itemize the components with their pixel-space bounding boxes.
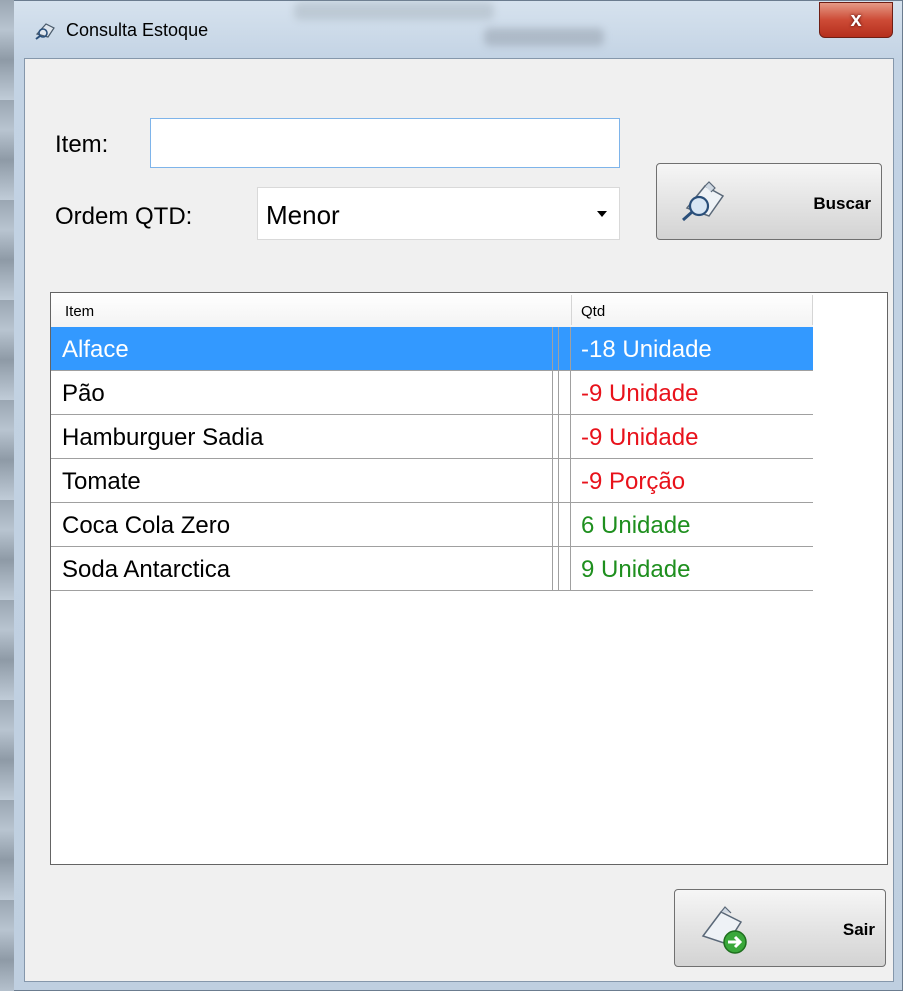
- table-row[interactable]: Alface -18 Unidade: [51, 327, 813, 371]
- dialog-body: Item: Ordem QTD: Menor Buscar Item Qtd A…: [24, 58, 894, 982]
- item-label: Item:: [55, 131, 109, 158]
- grid-header: Item Qtd: [51, 293, 813, 328]
- cell-item: Pão: [62, 380, 105, 407]
- cell-qtd: -9 Unidade: [581, 424, 699, 451]
- order-qtd-label: Ordem QTD:: [55, 203, 193, 230]
- app-icon: [35, 23, 55, 40]
- close-button[interactable]: x: [819, 2, 893, 38]
- title-bar[interactable]: Consulta Estoque x: [14, 0, 903, 58]
- table-row[interactable]: Pão -9 Unidade: [51, 371, 813, 415]
- close-icon: x: [850, 8, 862, 31]
- cell-item: Tomate: [62, 468, 141, 495]
- item-search-input[interactable]: [150, 118, 620, 168]
- window-title: Consulta Estoque: [66, 20, 209, 40]
- column-header-qtd[interactable]: Qtd: [581, 303, 605, 320]
- exit-button-label: Sair: [842, 920, 875, 939]
- search-button[interactable]: Buscar: [656, 163, 882, 240]
- order-qtd-dropdown[interactable]: Menor: [257, 187, 620, 240]
- exit-button[interactable]: Sair: [674, 889, 886, 967]
- cell-qtd: 6 Unidade: [581, 512, 691, 539]
- table-row[interactable]: Hamburguer Sadia -9 Unidade: [51, 415, 813, 459]
- table-row[interactable]: Tomate -9 Porção: [51, 459, 813, 503]
- exit-icon: [701, 906, 747, 954]
- cell-item: Hamburguer Sadia: [62, 424, 264, 451]
- cell-item: Soda Antarctica: [62, 556, 231, 583]
- chevron-down-icon[interactable]: [597, 211, 607, 217]
- table-row[interactable]: Coca Cola Zero 6 Unidade: [51, 503, 813, 547]
- cell-item: Coca Cola Zero: [62, 512, 231, 539]
- cell-item: Alface: [62, 336, 129, 363]
- cell-qtd: -18 Unidade: [581, 336, 712, 363]
- search-stock-icon: [682, 181, 725, 222]
- cell-qtd: -9 Unidade: [581, 380, 699, 407]
- search-button-label: Buscar: [813, 194, 871, 213]
- table-row[interactable]: Soda Antarctica 9 Unidade: [51, 547, 813, 591]
- background-window-strip: [0, 0, 14, 991]
- order-qtd-value: Menor: [266, 200, 340, 230]
- stock-grid[interactable]: Item Qtd Alface -18 Unidade Pão -9 Unidade H…: [50, 292, 888, 865]
- cell-qtd: -9 Porção: [581, 468, 686, 495]
- cell-qtd: 9 Unidade: [581, 556, 691, 583]
- column-header-item[interactable]: Item: [65, 303, 94, 320]
